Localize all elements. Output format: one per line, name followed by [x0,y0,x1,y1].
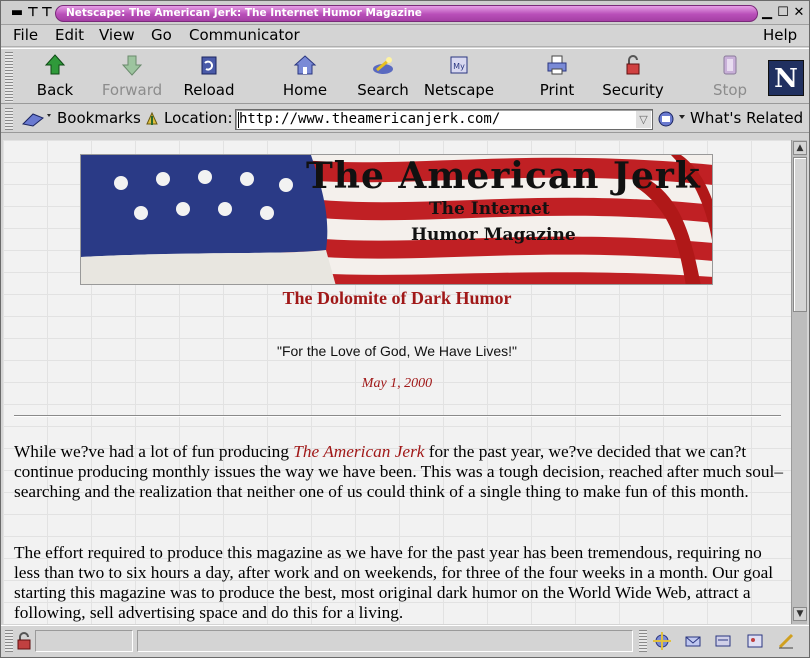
status-bar [1,625,809,657]
paragraph-1: While we?ve had a lot of fun producing T… [14,442,784,502]
window-title: Netscape: The American Jerk: The Interne… [66,7,422,19]
maximize-icon[interactable]: ☐ [775,5,791,21]
search-button[interactable]: Search [346,53,420,101]
location-icon[interactable] [144,110,160,128]
forward-button[interactable]: Forward [95,53,169,101]
print-label: Print [539,81,575,99]
url-dropdown-icon[interactable]: ▽ [636,111,651,128]
magazine-title-link[interactable]: The American Jerk [293,442,424,461]
home-label: Home [282,81,328,99]
progress-cell [35,630,133,652]
location-toolbar: Bookmarks Location: http://www.theameric… [1,105,809,133]
keep-on-top-icon[interactable]: ⊤ [39,5,55,21]
menu-help[interactable]: Help [763,26,797,44]
back-arrow-icon [44,54,66,75]
component-bar-grip[interactable] [639,630,647,652]
title-pill: Netscape: The American Jerk: The Interne… [55,5,758,22]
menu-go[interactable]: Go [151,26,172,44]
url-input[interactable]: http://www.theamericanjerk.com/ ▽ [235,109,653,130]
quote: "For the Love of God, We Have Lives!" [276,343,518,359]
toolbar-grip[interactable] [5,52,13,102]
banner-subtitle: The Internet [429,199,550,219]
bookmarks-icon[interactable] [21,110,53,128]
print-button[interactable]: Print [520,53,594,101]
search-label: Search [357,81,409,99]
bookmarks-label[interactable]: Bookmarks [57,109,141,127]
tagline: The Dolomite of Dark Humor [282,288,512,308]
whats-related-label[interactable]: What's Related [690,109,803,127]
home-icon [293,55,317,75]
security-label: Security [602,81,664,99]
security-button[interactable]: Security [596,53,670,101]
security-status-icon[interactable] [15,632,33,650]
reload-icon [201,56,217,75]
forward-label: Forward [101,81,163,99]
banner-image[interactable]: The American Jerk The Internet Humor Mag… [80,154,713,285]
close-icon[interactable]: ✕ [791,5,807,21]
banner-subtitle-2: Humor Magazine [411,225,576,245]
vertical-scrollbar[interactable]: ▲ ▼ [791,140,807,624]
padlock-icon [626,55,640,75]
stop-icon [723,55,737,75]
window-menu-icon[interactable]: ▬ [9,5,25,21]
browser-window: ▬ ⊤ ⊤ Netscape: The American Jerk: The I… [0,0,810,658]
netscape-button[interactable]: My Netscape [422,53,496,101]
mail-icon[interactable] [684,632,702,650]
status-grip[interactable] [5,630,13,652]
location-grip[interactable] [5,108,13,130]
netscape-logo[interactable]: N [768,60,804,96]
reload-button[interactable]: Reload [172,53,246,101]
address-book-icon[interactable] [746,632,764,650]
scroll-up-icon[interactable]: ▲ [793,141,807,155]
url-text: http://www.theamericanjerk.com/ [239,111,501,127]
back-button[interactable]: Back [18,53,92,101]
menu-communicator[interactable]: Communicator [189,26,300,44]
location-label: Location: [164,109,233,127]
reload-label: Reload [183,81,235,99]
whats-related-icon[interactable] [657,110,687,128]
stop-button[interactable]: Stop [693,53,767,101]
composer-icon[interactable] [777,632,795,650]
banner-title: The American Jerk [306,155,701,197]
stop-label: Stop [712,81,748,99]
minimize-icon[interactable]: ▁ [759,5,775,21]
forward-arrow-icon [121,55,143,76]
menu-edit[interactable]: Edit [55,26,84,44]
netscape-icon: My [450,56,468,74]
page-content[interactable]: The American Jerk The Internet Humor Mag… [3,140,791,624]
discussions-icon[interactable] [714,632,732,650]
title-bar[interactable]: ▬ ⊤ ⊤ Netscape: The American Jerk: The I… [1,1,809,25]
paragraph-1-start: While we?ve had a lot of fun producing [14,442,294,461]
paragraph-2: The effort required to produce this maga… [14,543,774,622]
svg-text:My: My [453,62,465,71]
menu-bar: File Edit View Go Communicator Help [1,25,809,47]
scroll-down-icon[interactable]: ▼ [793,607,807,621]
status-message-cell [137,630,633,652]
navigation-toolbar: Back Forward Reload Home Search My Netsc… [1,48,809,104]
back-label: Back [36,81,74,99]
home-button[interactable]: Home [268,53,342,101]
scroll-thumb[interactable] [793,157,807,312]
issue-date: May 1, 2000 [361,376,433,391]
search-icon [373,57,393,74]
printer-icon [547,55,567,75]
menu-file[interactable]: File [13,26,38,44]
horizontal-rule [14,415,781,417]
navigator-icon[interactable] [653,632,671,650]
netscape-label: Netscape [423,81,495,99]
menu-view[interactable]: View [99,26,135,44]
